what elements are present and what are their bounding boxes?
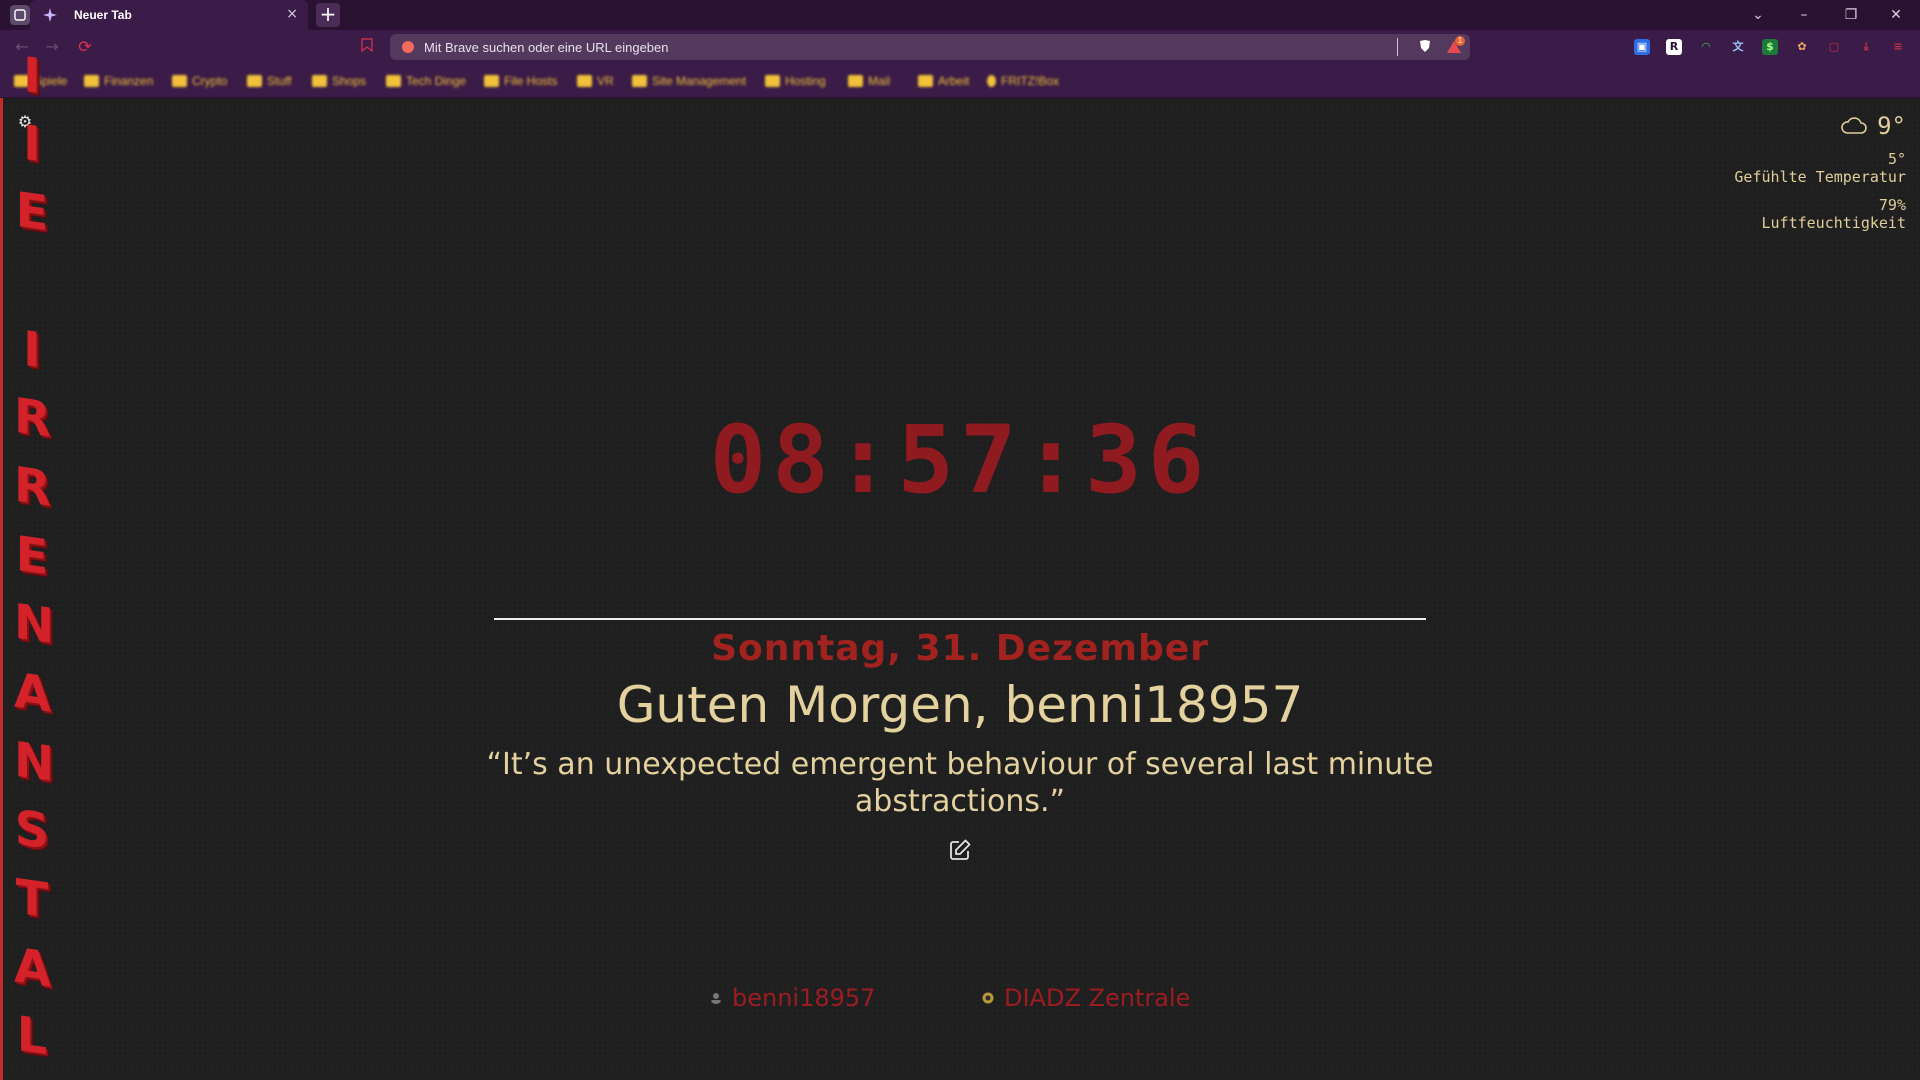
cloud-icon — [1841, 117, 1867, 134]
clock-divider — [494, 618, 1426, 620]
site-icon — [982, 992, 994, 1004]
tab-close-button[interactable]: × — [286, 6, 298, 22]
folder-icon — [484, 75, 499, 87]
browser-toolbar: ← → ⟳ Mit Brave suchen oder eine URL ein… — [0, 30, 1920, 64]
vertical-letter: I — [23, 46, 41, 106]
folder-icon — [247, 75, 262, 87]
folder-icon — [848, 75, 863, 87]
new-tab-page: ⚙ I I E I R R E N A N S T A L 9° 5° Gefü… — [0, 47, 1920, 1080]
tab-new-tab[interactable]: Neuer Tab × — [30, 0, 308, 30]
tab-title: Neuer Tab — [74, 8, 132, 22]
feels-like-value: 5° — [1887, 150, 1906, 168]
bookmark-link[interactable]: FRITZ!Box — [987, 73, 1059, 89]
address-placeholder: Mit Brave suchen oder eine URL eingeben — [424, 40, 669, 55]
rewards-badge: 1 — [1455, 36, 1465, 46]
edit-icon[interactable] — [948, 838, 972, 862]
bookmark-folder[interactable]: Shops — [312, 73, 366, 89]
vertical-letter: S — [14, 799, 50, 861]
folder-icon — [312, 75, 327, 87]
folder-icon — [632, 75, 647, 87]
feels-like-label: Gefühlte Temperatur — [1734, 168, 1906, 186]
folder-icon — [172, 75, 187, 87]
bookmark-folder[interactable]: Site Management — [632, 73, 746, 89]
minimize-button[interactable]: – — [1793, 5, 1815, 25]
vertical-letter: E — [15, 525, 49, 587]
reader-extension-icon[interactable]: R — [1666, 39, 1682, 55]
brave-rewards-icon[interactable]: 1 — [1445, 36, 1465, 56]
bookmark-folder[interactable]: Arbeit — [918, 73, 969, 89]
tab-search-icon[interactable] — [10, 5, 30, 25]
address-bar[interactable]: Mit Brave suchen oder eine URL eingeben … — [390, 34, 1470, 60]
tab-list-chevron-icon[interactable]: ⌄ — [1747, 5, 1769, 25]
dollar-extension-icon[interactable]: $ — [1762, 39, 1778, 55]
bookmark-folder[interactable]: Tech Dinge — [386, 73, 466, 89]
restore-button[interactable]: ❐ — [1840, 5, 1862, 25]
folder-icon — [918, 75, 933, 87]
vertical-letter: I — [23, 114, 41, 174]
new-tab-button[interactable]: + — [316, 3, 340, 27]
folder-icon — [386, 75, 401, 87]
vertical-letter: T — [15, 868, 49, 930]
user-icon — [711, 993, 721, 1004]
link-label: benni18957 — [732, 984, 876, 1012]
brave-sparkle-icon — [40, 5, 60, 25]
download-icon[interactable]: ⤓ — [1858, 39, 1874, 55]
brave-shields-icon[interactable] — [1417, 39, 1433, 55]
site-info-icon[interactable] — [402, 41, 414, 53]
left-accent-bar — [0, 98, 3, 1080]
link-label: DIADZ Zentrale — [1004, 984, 1191, 1012]
reload-icon[interactable]: ⟳ — [75, 37, 95, 57]
link-diadz-zentrale[interactable]: DIADZ Zentrale — [982, 982, 1190, 1014]
window-close-button[interactable]: ✕ — [1885, 5, 1907, 25]
folder-icon — [84, 75, 99, 87]
bookmark-folder[interactable]: Finanzen — [84, 73, 153, 89]
humidity-label: Luftfeuchtigkeit — [1761, 214, 1907, 232]
vertical-letter: E — [15, 181, 49, 243]
pocket-extension-icon[interactable]: ▢ — [1826, 39, 1842, 55]
weather-widget: 9° 5° Gefühlte Temperatur 79% Luftfeucht… — [1686, 112, 1906, 232]
bookmark-folder[interactable]: File Hosts — [484, 73, 557, 89]
bookmarks-bar: Spiele Finanzen Crypto Stuff Shops Tech … — [0, 64, 1920, 98]
translate-extension-icon[interactable]: 文 — [1730, 39, 1746, 55]
menu-icon[interactable]: ≡ — [1890, 39, 1906, 55]
address-divider — [1397, 38, 1398, 56]
vertical-letter: N — [14, 731, 55, 794]
quote: “It’s an unexpected emergent behaviour o… — [486, 747, 1434, 819]
bookmark-folder[interactable]: Stuff — [247, 73, 291, 89]
bitwarden-extension-icon[interactable]: ▣ — [1634, 39, 1650, 55]
greeting: Guten Morgen, benni18957 — [616, 676, 1304, 734]
humidity-value: 79% — [1878, 196, 1906, 214]
weather-temperature: 9° — [1877, 112, 1906, 140]
vertical-letter: I — [23, 320, 41, 380]
bookmark-folder[interactable]: Mail — [848, 73, 890, 89]
bookmark-icon[interactable] — [357, 37, 377, 57]
wifi-extension-icon[interactable]: ◠ — [1698, 39, 1714, 55]
vertical-letter: A — [14, 937, 52, 999]
folder-icon — [577, 75, 592, 87]
vertical-letter: L — [16, 1005, 48, 1067]
link-benni18957[interactable]: benni18957 — [710, 982, 875, 1014]
date-label: Sonntag, 31. Dezember — [711, 628, 1209, 669]
tab-bar: Neuer Tab × + ⌄ – ❐ ✕ — [0, 0, 1920, 30]
cookie-extension-icon[interactable]: ✿ — [1794, 39, 1810, 55]
bookmark-folder[interactable]: VR — [577, 73, 614, 89]
bookmark-folder[interactable]: Hosting — [765, 73, 826, 89]
folder-icon — [765, 75, 780, 87]
fritzbox-icon — [987, 75, 996, 87]
bookmark-folder[interactable]: Crypto — [172, 73, 227, 89]
clock: 08:57:36 — [709, 406, 1211, 515]
